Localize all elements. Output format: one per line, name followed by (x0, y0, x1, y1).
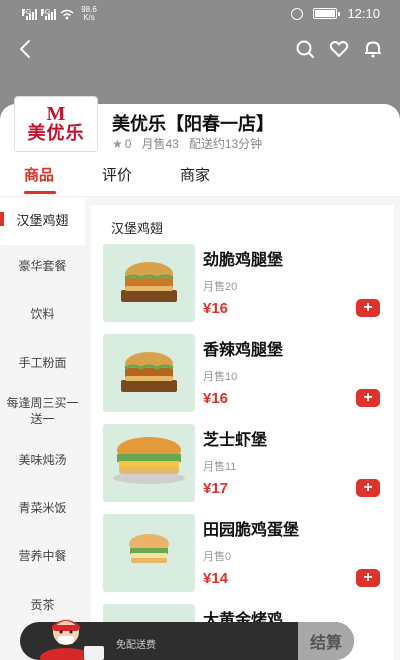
net-speed-unit: K/s (83, 13, 95, 22)
product-item[interactable]: 田园脆鸡蛋堡 月售0 ¥14 + (103, 514, 393, 594)
star-icon: ★ (112, 136, 123, 151)
sidebar-active-indicator (0, 212, 4, 226)
product-image (103, 424, 195, 502)
store-name: 美优乐【阳春一店】 (112, 114, 274, 134)
signal-icon: 4G (22, 8, 37, 20)
product-image (103, 334, 195, 412)
logo-mark: M (46, 103, 66, 125)
sidebar-item[interactable]: 营养中餐 (0, 532, 85, 580)
product-name: 芝士虾堡 (203, 432, 268, 449)
search-icon[interactable] (294, 38, 316, 60)
garden-egg-burger-icon (129, 534, 169, 563)
signal-tag: 4G (22, 8, 32, 16)
add-to-cart-button[interactable]: + (356, 299, 380, 317)
clock: 12:10 (347, 6, 380, 21)
product-sales: 月售0 (203, 551, 232, 563)
product-name: 田园脆鸡蛋堡 (203, 522, 300, 539)
battery-icon (313, 8, 341, 19)
tab-merchant[interactable]: 商家 (180, 164, 210, 185)
signal-tag: 4G (41, 8, 51, 16)
store-meta: ★ 0 月售43 配送约13分钟 (112, 135, 262, 152)
store-logo: M 美优乐 (14, 96, 98, 152)
status-right: 12:10 (291, 6, 380, 21)
net-speed: 98.6 K/s (78, 6, 100, 22)
tab-products[interactable]: 商品 (24, 164, 54, 185)
product-item[interactable]: 劲脆鸡腿堡 月售20 ¥16 + (103, 244, 393, 324)
checkout-button[interactable]: 结算 (298, 622, 354, 660)
product-sales: 月售11 (203, 461, 237, 473)
product-sales: 月售10 (203, 371, 238, 383)
logo-text: 美优乐 (27, 123, 85, 143)
product-image (103, 244, 195, 322)
signal-icon: 4G (41, 8, 56, 20)
delivery-time: 配送约13分钟 (188, 137, 263, 151)
product-price: ¥17 (203, 480, 229, 497)
alarm-icon (291, 7, 304, 20)
product-name: 劲脆鸡腿堡 (203, 252, 284, 269)
delivery-mascot-icon[interactable] (36, 612, 108, 660)
tab-bar: 商品 评价 商家 (0, 160, 400, 196)
back-icon[interactable] (14, 36, 38, 62)
sidebar-item[interactable]: 手工粉面 (0, 339, 85, 387)
product-price: ¥16 (203, 390, 229, 407)
sidebar-item[interactable]: 汉堡鸡翅 (0, 197, 85, 245)
product-image (103, 514, 195, 592)
heart-icon[interactable] (328, 38, 350, 60)
add-to-cart-button[interactable]: + (356, 389, 380, 407)
bell-icon[interactable] (362, 38, 384, 60)
nav-actions (294, 38, 384, 60)
nav-bar (0, 34, 400, 64)
crispy-chicken-burger-icon (121, 262, 177, 302)
category-sidebar: 汉堡鸡翅 豪华套餐 饮料 手工粉面 每逢周三买一送一 美味炖汤 青菜米饭 营养中… (0, 197, 85, 660)
monthly-sales: 月售43 (141, 137, 179, 151)
tab-underline (24, 191, 56, 194)
sidebar-item[interactable]: 豪华套餐 (0, 242, 85, 290)
add-to-cart-button[interactable]: + (356, 569, 380, 587)
product-price: ¥16 (203, 300, 229, 317)
product-name: 香辣鸡腿堡 (203, 342, 284, 359)
product-item[interactable]: 香辣鸡腿堡 月售10 ¥16 + (103, 334, 393, 414)
product-item[interactable]: 芝士虾堡 月售11 ¥17 + (103, 424, 393, 504)
spicy-chicken-burger-icon (121, 352, 177, 392)
delivery-fee-text: 免配送费 (116, 640, 156, 651)
status-bar: 4G 4G 98.6 K/s 12:10 (0, 0, 400, 30)
status-left: 4G 4G 98.6 K/s (22, 6, 100, 22)
product-sales: 月售20 (203, 281, 238, 293)
rating-value: 0 (124, 136, 132, 151)
sidebar-item[interactable]: 饮料 (0, 290, 85, 338)
sidebar-item[interactable]: 青菜米饭 (0, 484, 85, 532)
rating: ★ 0 (112, 137, 131, 151)
sidebar-item[interactable]: 每逢周三买一送一 (0, 387, 85, 435)
sidebar-item[interactable]: 美味炖汤 (0, 436, 85, 484)
wifi-icon (60, 9, 74, 19)
cheese-shrimp-burger-icon (113, 437, 185, 484)
add-to-cart-button[interactable]: + (356, 479, 380, 497)
section-title: 汉堡鸡翅 (111, 221, 164, 236)
product-price: ¥14 (203, 570, 229, 587)
tab-reviews[interactable]: 评价 (102, 164, 132, 185)
